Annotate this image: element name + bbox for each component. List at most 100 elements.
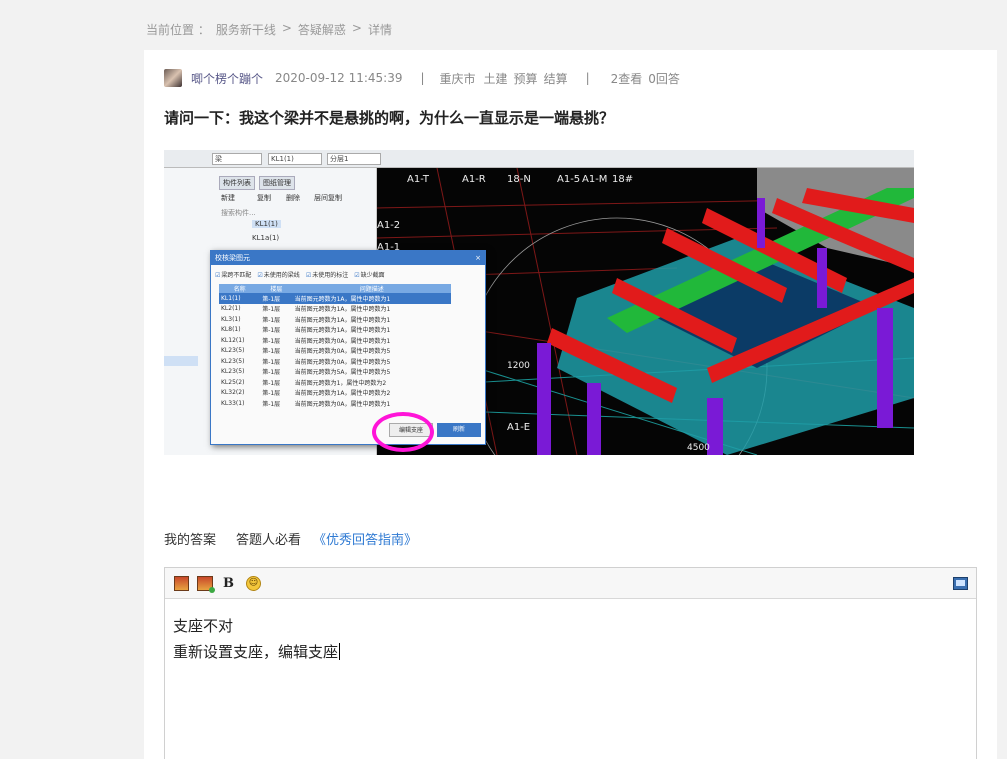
check-unused-tag[interactable]: 未使用的标注 xyxy=(306,270,348,279)
issue-floor: 第-1层 xyxy=(262,348,281,356)
issue-desc: 当前图元跨数为1A，属性中跨数为1 xyxy=(294,327,391,335)
scene-label: A1-M xyxy=(582,174,607,185)
tag-item[interactable]: 预算 xyxy=(514,70,538,87)
tb-field-type[interactable]: 梁 xyxy=(212,153,262,165)
scene-label: A1-5 xyxy=(557,174,580,185)
breadcrumb-label: 当前位置 ： xyxy=(146,23,210,37)
issue-name: KL23(5) xyxy=(221,357,245,365)
col-name: 名称 xyxy=(219,284,261,293)
issue-floor: 第-1层 xyxy=(262,369,281,377)
issue-floor: 第-1层 xyxy=(262,358,281,366)
issue-row[interactable]: KL32(2) 第-1层 当前图元跨数为1A，属性中跨数为2 xyxy=(219,388,451,399)
breadcrumb-separator: > xyxy=(351,21,362,35)
tb-field-member[interactable]: KL1(1) xyxy=(268,153,322,165)
issue-name: KL12(1) xyxy=(221,336,245,344)
image-icon[interactable] xyxy=(174,576,189,591)
check-span-mismatch[interactable]: 梁跨不匹配 xyxy=(215,270,251,279)
issue-row[interactable]: KL25(2) 第-1层 当前图元跨数为1，属性中跨数为2 xyxy=(219,377,451,388)
dialog-title: 校核梁图元 xyxy=(215,254,250,262)
author-name[interactable]: 唧个楞个蹦个 xyxy=(191,70,263,87)
issue-row[interactable]: KL23(5) 第-1层 当前图元跨数为0A，属性中跨数为5 xyxy=(219,346,451,357)
issue-floor: 第-1层 xyxy=(262,306,281,314)
scene-label: 18# xyxy=(612,174,633,185)
tag-item[interactable]: 结算 xyxy=(544,70,568,87)
check-unused-line[interactable]: 未使用的梁线 xyxy=(257,270,300,279)
panel-tabs: 构件列表 图纸管理 xyxy=(219,176,295,190)
editor-content[interactable]: 支座不对 重新设置支座，编辑支座 xyxy=(165,599,976,679)
scene-label: A1-R xyxy=(462,174,486,185)
issue-name: KL25(2) xyxy=(221,378,245,386)
bold-icon[interactable]: B xyxy=(223,576,234,591)
issue-floor: 第-1层 xyxy=(262,379,281,387)
scene-label: A1-E xyxy=(507,422,530,433)
breadcrumb-item-qa[interactable]: 答疑解惑 xyxy=(298,21,346,38)
issue-table: 名称 楼层 问题描述 KL1(1) 第-1层 当前图元跨数为1A，属性中跨数为1 KL… xyxy=(219,284,451,409)
editor-toolbar: B ☺ xyxy=(165,568,976,599)
issue-name: KL8(1) xyxy=(221,326,241,334)
issue-floor: 第-1层 xyxy=(262,390,281,398)
issue-row[interactable]: KL2(1) 第-1层 当前图元跨数为1A，属性中跨数为1 xyxy=(219,304,451,315)
issue-desc: 当前图元跨数为5A，属性中跨数为5 xyxy=(294,369,391,377)
issue-row[interactable]: KL12(1) 第-1层 当前图元跨数为0A，属性中跨数为1 xyxy=(219,335,451,346)
text-caret xyxy=(339,643,341,660)
issue-desc: 当前图元跨数为0A，属性中跨数为5 xyxy=(294,348,391,356)
issue-name: KL32(2) xyxy=(221,389,245,397)
issue-desc: 当前图元跨数为1A，属性中跨数为2 xyxy=(294,390,391,398)
issue-name: KL33(1) xyxy=(221,399,245,407)
issue-floor: 第-1层 xyxy=(262,327,281,335)
question-title: 请问一下：我这个梁并不是悬挑的啊，为什么一直显示是一端悬挑？ xyxy=(164,109,615,127)
issue-desc: 当前图元跨数为1，属性中跨数为2 xyxy=(294,379,387,387)
issue-name: KL3(1) xyxy=(221,315,241,323)
check-beam-dialog: 校核梁图元 × 梁跨不匹配 未使用的梁线 未使用的标注 缺少截面 名称 楼层 问… xyxy=(210,250,486,445)
layer-copy-button[interactable]: 层间复制 xyxy=(314,193,342,203)
avatar[interactable] xyxy=(164,69,182,87)
scene-label: 4500 xyxy=(687,443,710,453)
source-icon[interactable] xyxy=(953,577,968,590)
issue-floor: 第-1层 xyxy=(260,293,293,304)
delete-button[interactable]: 删除 xyxy=(286,193,300,203)
new-button[interactable]: 新建 xyxy=(221,193,235,203)
scene-label: 18-N xyxy=(507,174,531,185)
filter-checks: 梁跨不匹配 未使用的梁线 未使用的标注 缺少截面 xyxy=(211,265,485,284)
tag-item[interactable]: 土建 xyxy=(484,70,508,87)
answer-line: 重新设置支座，编辑支座 xyxy=(173,643,341,661)
issue-desc: 当前图元跨数为0A，属性中跨数为1 xyxy=(294,400,391,408)
tab-component-list[interactable]: 构件列表 xyxy=(219,176,255,190)
breadcrumb-item-service[interactable]: 服务新干线 xyxy=(216,21,276,38)
post-date: 2020-09-12 11:45:39 xyxy=(275,71,403,85)
scene-label: A1-2 xyxy=(377,220,400,231)
tab-drawing-manage[interactable]: 图纸管理 xyxy=(259,176,295,190)
issue-desc: 当前图元跨数为0A，属性中跨数为1 xyxy=(294,337,391,345)
answer-count: 0回答 xyxy=(648,71,680,86)
issue-row[interactable]: KL1(1) 第-1层 当前图元跨数为1A，属性中跨数为1 xyxy=(219,293,451,304)
issue-row[interactable]: KL23(5) 第-1层 当前图元跨数为5A，属性中跨数为5 xyxy=(219,367,451,378)
scene-label: 1200 xyxy=(507,361,530,371)
question-meta: 唧个楞个蹦个 2020-09-12 11:45:39 | 重庆市 土建 预算 结… xyxy=(164,69,680,87)
dialog-title-bar: 校核梁图元 × xyxy=(211,251,485,265)
refresh-button[interactable]: 刷新 xyxy=(437,423,481,437)
copy-button[interactable]: 复制 xyxy=(257,193,271,203)
answer-editor: B ☺ 支座不对 重新设置支座，编辑支座 xyxy=(164,567,977,759)
gallery-icon[interactable] xyxy=(197,576,215,593)
tb-field-layer[interactable]: 分层1 xyxy=(327,153,381,165)
check-missing-section[interactable]: 缺少截面 xyxy=(354,270,385,279)
component-search[interactable]: 搜索构件... xyxy=(221,208,256,218)
col-issue: 问题描述 xyxy=(292,284,451,293)
emoji-icon[interactable]: ☺ xyxy=(246,576,261,591)
my-answer-label: 我的答案 xyxy=(164,533,217,548)
breadcrumb-separator: > xyxy=(281,21,292,35)
issue-row[interactable]: KL8(1) 第-1层 当前图元跨数为1A，属性中跨数为1 xyxy=(219,325,451,336)
issue-desc: 当前图元跨数为1A，属性中跨数为1 xyxy=(292,293,451,304)
issue-row[interactable]: KL23(5) 第-1层 当前图元跨数为0A，属性中跨数为5 xyxy=(219,356,451,367)
close-icon[interactable]: × xyxy=(475,251,481,265)
answer-guide-link[interactable]: 《优秀回答指南》 xyxy=(313,529,417,548)
issue-name: KL23(5) xyxy=(221,368,245,376)
issue-floor: 第-1层 xyxy=(262,337,281,345)
issue-row[interactable]: KL33(1) 第-1层 当前图元跨数为0A，属性中跨数为1 xyxy=(219,398,451,409)
issue-row[interactable]: KL3(1) 第-1层 当前图元跨数为1A，属性中跨数为1 xyxy=(219,314,451,325)
must-read-label: 答题人必看 xyxy=(236,533,302,548)
component-item[interactable]: KL1(1) xyxy=(252,220,281,228)
component-item[interactable]: KL1a(1) xyxy=(252,234,279,242)
question-attachment-image[interactable]: A1-T A1-R 18-N A1-5 A1-M 18# A1-2 A1-1 1… xyxy=(164,150,914,455)
issue-floor: 第-1层 xyxy=(262,316,281,324)
